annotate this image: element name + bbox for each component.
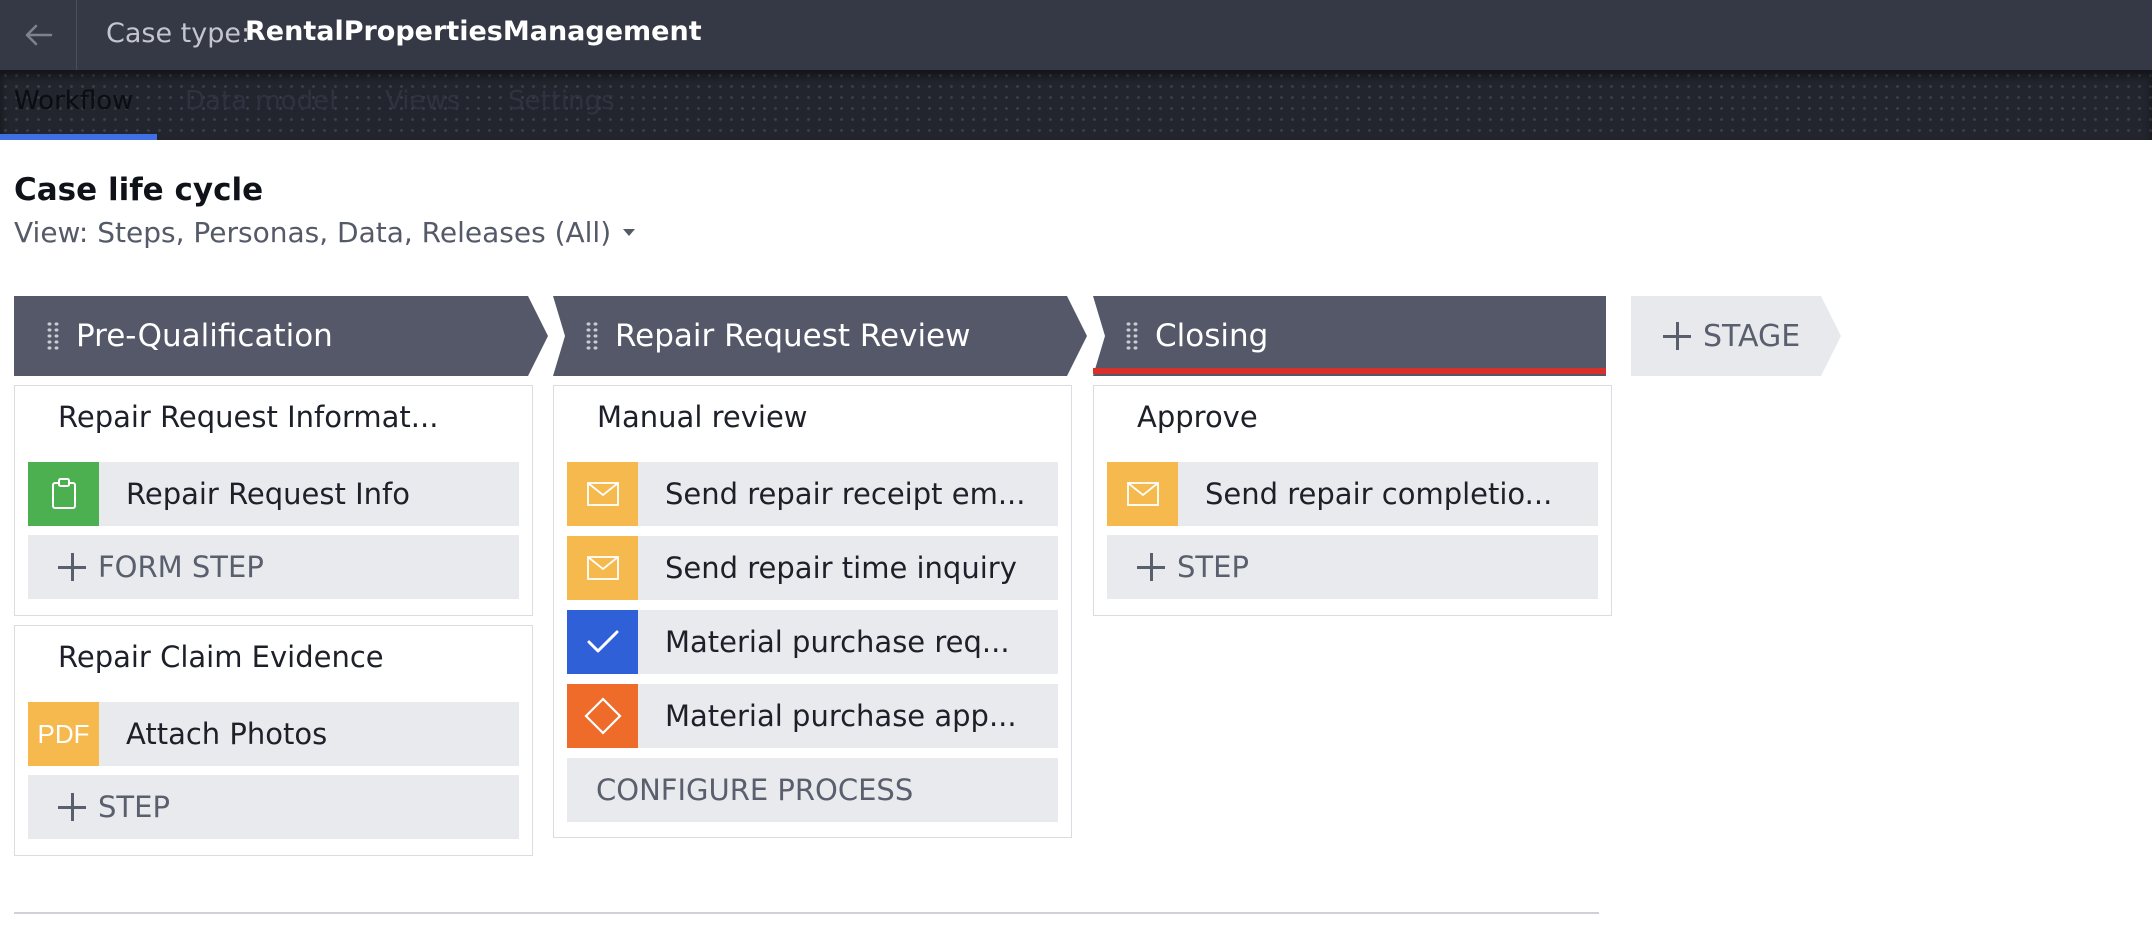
arrow-left-icon [25,24,53,46]
stage-name: Repair Request Review [615,318,971,354]
process-approve: Approve Send repair completio... STEP [1093,385,1612,616]
tab-bar: Workflow Data model Views Settings [0,70,2152,140]
case-type-label: Case type: [106,18,251,49]
stage-accent-line [1093,368,1606,374]
stage-repair-request-review[interactable]: Repair Request Review [553,296,1087,376]
add-stage-label: STAGE [1703,318,1801,354]
stage-pre-qualification[interactable]: Pre-Qualification [14,296,548,376]
step-attach-photos[interactable]: PDF Attach Photos [28,702,519,766]
view-filter-label: View: Steps, Personas, Data, Releases (A… [14,216,612,249]
tab-workflow[interactable]: Workflow [14,86,133,116]
drag-handle-icon[interactable] [1125,321,1139,351]
step-send-repair-receipt-email[interactable]: Send repair receipt em... [567,462,1058,526]
add-step-button[interactable]: STEP [28,775,519,839]
pdf-icon: PDF [28,702,99,766]
active-tab-indicator [0,134,157,140]
process-title[interactable]: Repair Claim Evidence [58,640,384,674]
step-label: Repair Request Info [126,477,410,511]
process-title[interactable]: Repair Request Informat... [58,400,438,434]
step-label: Send repair receipt em... [665,477,1026,511]
step-send-repair-completion[interactable]: Send repair completio... [1107,462,1598,526]
step-label: Send repair completio... [1205,477,1553,511]
step-label: Send repair time inquiry [665,551,1017,585]
tab-views[interactable]: Views [385,86,460,116]
process-repair-claim-evidence: Repair Claim Evidence PDF Attach Photos … [14,625,533,856]
add-step-label: STEP [98,790,170,824]
stage-name: Closing [1155,318,1269,354]
plus-icon [1137,553,1165,581]
stage-name: Pre-Qualification [76,318,333,354]
stage-closing[interactable]: Closing [1093,296,1606,376]
process-manual-review: Manual review Send repair receipt em... … [553,385,1072,838]
step-label: Material purchase req... [665,625,1010,659]
back-button[interactable] [0,0,77,70]
case-type-name: RentalPropertiesManagement [245,16,702,47]
add-step-button[interactable]: STEP [1107,535,1598,599]
process-title[interactable]: Manual review [597,400,808,434]
step-repair-request-info[interactable]: Repair Request Info [28,462,519,526]
plus-icon [58,793,86,821]
configure-process-button[interactable]: CONFIGURE PROCESS [567,758,1058,822]
configure-process-label: CONFIGURE PROCESS [596,773,914,807]
envelope-icon [1107,462,1178,526]
drag-handle-icon[interactable] [46,321,60,351]
process-repair-request-information: Repair Request Informat... Repair Reques… [14,385,533,616]
envelope-icon [567,462,638,526]
caret-down-icon [623,229,636,236]
checkmark-icon [567,610,638,674]
pdf-icon-text: PDF [37,718,90,749]
decision-diamond-icon [567,684,638,748]
page-title: Case life cycle [14,172,264,208]
add-step-label: STEP [1177,550,1249,584]
step-material-purchase-approval[interactable]: Material purchase app... [567,684,1058,748]
step-label: Material purchase app... [665,699,1017,733]
add-stage-button[interactable]: STAGE [1631,296,1841,376]
clipboard-icon [28,462,99,526]
step-material-purchase-request[interactable]: Material purchase req... [567,610,1058,674]
step-send-repair-time-inquiry[interactable]: Send repair time inquiry [567,536,1058,600]
step-label: Attach Photos [126,717,328,751]
view-filter-dropdown[interactable]: View: Steps, Personas, Data, Releases (A… [14,216,636,249]
drag-handle-icon[interactable] [585,321,599,351]
plus-icon [58,553,86,581]
app-header: Case type: RentalPropertiesManagement [0,0,2152,71]
add-form-step-button[interactable]: FORM STEP [28,535,519,599]
envelope-icon [567,536,638,600]
process-title[interactable]: Approve [1137,400,1258,434]
tab-settings[interactable]: Settings [508,86,615,116]
add-form-step-label: FORM STEP [98,550,264,584]
plus-icon [1663,322,1691,350]
divider [14,912,1599,914]
tab-data-model[interactable]: Data model [185,86,336,116]
